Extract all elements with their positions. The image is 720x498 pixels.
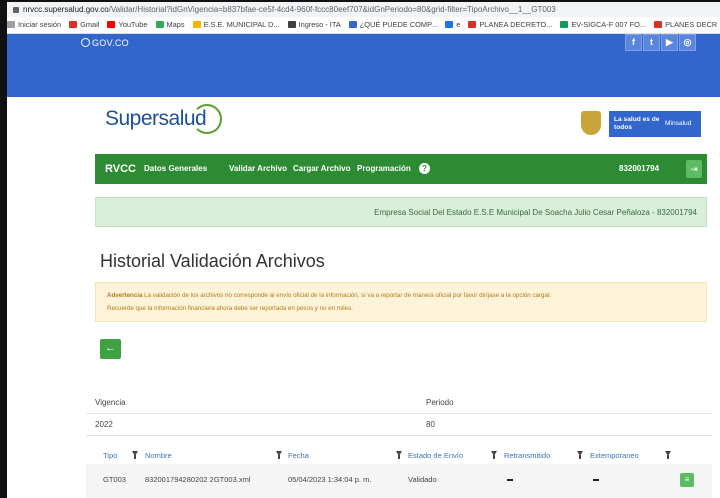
nav-nit: 832001794 (619, 164, 660, 173)
cell-extemporaneo-dash (593, 479, 599, 481)
filter-icon[interactable] (665, 451, 671, 459)
gov-logo-text: GOV.CO (92, 38, 129, 48)
cell-tipo: GT003 (103, 475, 126, 484)
row-action-icon[interactable]: ≡ (680, 473, 694, 487)
bookmark-label: e (456, 20, 461, 29)
filter-icon[interactable] (132, 451, 138, 459)
help-icon[interactable]: ? (419, 163, 430, 174)
supersalud-leaf-icon (192, 104, 222, 134)
logout-icon[interactable]: ⇥ (686, 160, 702, 178)
column-header-nombre[interactable]: Nombre (145, 451, 172, 460)
warning-alert: Advertencia La validación de los archivo… (95, 282, 707, 322)
bookmark-item[interactable]: e (445, 17, 460, 33)
column-header-retransmitido[interactable]: Retransmitido (504, 451, 550, 460)
bookmark-label: ¿QUÉ PUEDE COMP... (359, 20, 438, 29)
cell-retransmitido-dash (507, 479, 513, 481)
gov-logo[interactable]: GOV.CO (81, 38, 129, 48)
bookmark-label: YouTube (118, 20, 148, 29)
facebook-icon[interactable]: f (625, 34, 642, 51)
youtube-icon (107, 21, 116, 28)
bookmark-item[interactable]: YouTube (107, 17, 148, 33)
column-header-estado[interactable]: Estado de Envío (408, 451, 463, 460)
sheet-icon (560, 21, 569, 28)
bookmark-label: Iniciar sesión (18, 20, 62, 29)
gmail-icon (69, 21, 78, 28)
page-title: Historial Validación Archivos (100, 251, 325, 271)
url-host: nrvcc.supersalud.gov.co (23, 5, 109, 14)
bookmark-label: PLANEA DECRETO... (479, 20, 553, 29)
nav-item-cargar-archivo[interactable]: Cargar Archivo (293, 154, 351, 184)
bookmarks-bar: Iniciar sesión Gmail YouTube Maps E.S.E. MUN… (7, 17, 720, 34)
main-navbar: RVCC Datos Generales Validar Archivo Car… (95, 154, 707, 184)
filter-icon[interactable] (577, 451, 583, 459)
column-header-extemporaneo[interactable]: Extemporaneo (590, 451, 639, 460)
bookmark-item[interactable]: Gmail (69, 17, 99, 33)
bookmark-label: PLANES DECR (665, 20, 718, 29)
bookmark-item[interactable]: ¿QUÉ PUEDE COMP... (348, 17, 438, 33)
table-row: GT003 832001794280202 2GT003.xml 05/04/2… (86, 464, 712, 498)
table-header: Tipo Nombre Fecha Estado de Envío Retran… (86, 443, 712, 465)
nav-item-datos-generales[interactable]: Datos Generales (144, 154, 207, 184)
twitter-icon[interactable]: t (643, 34, 660, 51)
bookmark-item[interactable]: Ingreso - ITA (287, 17, 341, 33)
coat-of-arms-icon (581, 111, 601, 135)
periodo-value: 80 (426, 420, 435, 429)
minsalud-logo: La salud es de todos Minsalud (609, 111, 701, 137)
gov-logo-icon (81, 38, 90, 47)
column-header-fecha[interactable]: Fecha (288, 451, 309, 460)
maps-icon (155, 21, 164, 28)
vigencia-label: Vigencia (95, 398, 126, 407)
column-header-tipo[interactable]: Tipo (103, 451, 117, 460)
meta-value-row: 2022 80 (86, 413, 712, 436)
instagram-icon[interactable]: ◎ (679, 34, 696, 51)
alert-label: Advertencia (107, 292, 143, 299)
filter-icon[interactable] (276, 451, 282, 459)
youtube-icon[interactable]: ▶ (661, 34, 678, 51)
cell-estado: Validado (408, 475, 437, 484)
bookmark-label: E.S.E. MUNICIPAL D... (203, 20, 280, 29)
bookmark-item[interactable]: Iniciar sesión (7, 17, 61, 33)
site-icon (192, 21, 201, 28)
bookmark-item[interactable]: PLANEA DECRETO... (468, 17, 552, 33)
bookmark-item[interactable]: PLANES DECR (654, 17, 717, 33)
meta-header-row: Vigencia Periodo (86, 390, 712, 414)
site-icon (445, 21, 454, 28)
url-path: /Validar/Historial?idGnVigencia=b837bfae… (108, 5, 556, 14)
gmail-icon (468, 21, 477, 28)
alert-line-1: La validación de los archivos no corresp… (142, 292, 552, 299)
nav-item-validar-archivo[interactable]: Validar Archivo (229, 154, 287, 184)
bookmark-label: Gmail (80, 20, 100, 29)
bookmark-label: EV-SIGCA-F 007 FO... (571, 20, 647, 29)
nav-item-programacion[interactable]: Programación (357, 154, 411, 184)
gmail-icon (654, 21, 663, 28)
minsalud-label: Minsalud (665, 120, 692, 127)
nav-brand[interactable]: RVCC (105, 154, 136, 184)
site-icon (348, 21, 357, 28)
bookmark-item[interactable]: Maps (155, 17, 185, 33)
bookmark-item[interactable]: E.S.E. MUNICIPAL D... (192, 17, 280, 33)
back-button[interactable]: ← (100, 339, 121, 359)
cell-fecha: 05/04/2023 1:34:04 p. m. (288, 475, 372, 484)
cell-nombre: 832001794280202 2GT003.xml (145, 475, 251, 484)
address-bar[interactable]: nrvcc.supersalud.gov.co/Validar/Historia… (7, 2, 720, 18)
bookmark-label: Ingreso - ITA (298, 20, 341, 29)
site-icon (287, 21, 296, 28)
minsalud-slogan: La salud es de todos (614, 116, 660, 131)
lock-icon (13, 6, 19, 13)
filter-icon[interactable] (396, 451, 402, 459)
window-frame-left (0, 0, 7, 498)
periodo-label: Periodo (426, 398, 454, 407)
alert-line-2: Recuerde que la información financiera a… (107, 305, 353, 312)
bookmark-label: Maps (166, 20, 185, 29)
bookmark-item[interactable]: EV-SIGCA-F 007 FO... (560, 17, 646, 33)
entity-banner: Empresa Social Del Estado E.S.E Municipa… (95, 197, 707, 227)
link-icon (7, 21, 15, 28)
filter-icon[interactable] (491, 451, 497, 459)
vigencia-value: 2022 (95, 420, 113, 429)
